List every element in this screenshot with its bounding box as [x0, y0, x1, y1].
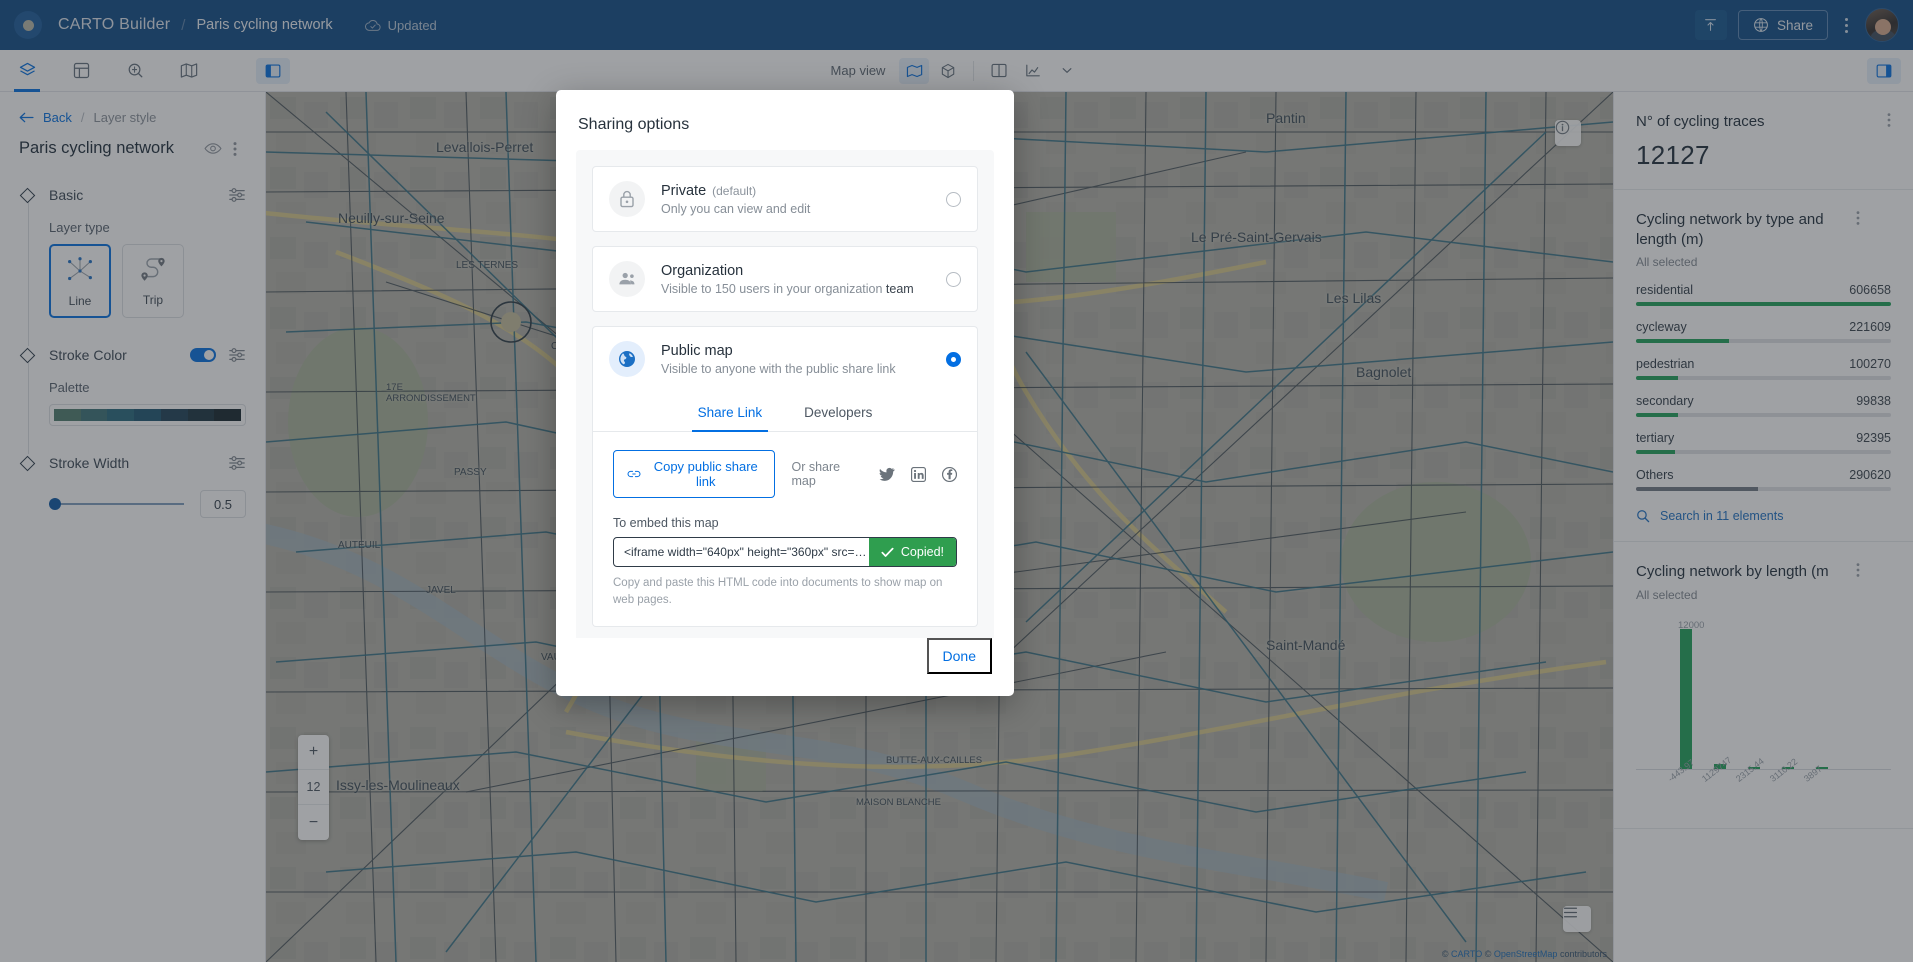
option-private[interactable]: Private (default) Only you can view and e… [592, 166, 978, 232]
option-organization-title: Organization [661, 263, 946, 279]
tab-share-link[interactable]: Share Link [692, 391, 769, 431]
option-org-desc-prefix: Visible to 150 users in your organizatio… [661, 282, 886, 296]
option-private-title: Private [661, 183, 706, 199]
social-share-icons [879, 467, 957, 482]
tab-developers[interactable]: Developers [798, 391, 878, 431]
linkedin-icon[interactable] [911, 467, 926, 482]
copied-badge: Copied! [869, 538, 956, 566]
embed-code-field[interactable]: <iframe width="640px" height="360px" src… [613, 537, 957, 567]
share-tabs: Share Link Developers [593, 391, 977, 432]
lock-icon [618, 189, 636, 209]
embed-label: To embed this map [613, 516, 957, 530]
or-share-label: Or share map [791, 460, 859, 488]
dialog-title: Sharing options [556, 90, 1014, 150]
visibility-options-group: Private (default) Only you can view and e… [576, 150, 994, 638]
embed-help-text: Copy and paste this HTML code into docum… [613, 575, 943, 608]
done-button[interactable]: Done [927, 638, 992, 674]
globe-icon [617, 349, 637, 369]
option-private-text: Private (default) Only you can view and e… [661, 183, 946, 216]
option-public-map[interactable]: Public map Visible to anyone with the pu… [592, 326, 978, 391]
option-organization-radio[interactable] [946, 272, 961, 287]
option-private-radio[interactable] [946, 192, 961, 207]
check-icon [881, 547, 894, 558]
people-icon-wrap [609, 261, 645, 297]
option-private-title-row: Private (default) [661, 183, 946, 199]
dialog-body: Private (default) Only you can view and e… [556, 150, 1014, 638]
option-private-desc: Only you can view and edit [661, 202, 946, 216]
copy-link-label: Copy public share link [650, 459, 761, 489]
option-organization-text: Organization Visible to 150 users in you… [661, 263, 946, 296]
twitter-icon[interactable] [879, 467, 895, 481]
facebook-icon[interactable] [942, 467, 957, 482]
dialog-footer: Done [556, 638, 1014, 696]
lock-icon-wrap [609, 181, 645, 217]
globe-icon-wrap [609, 341, 645, 377]
sharing-options-dialog: Sharing options Private (default) [556, 90, 1014, 696]
embed-code-value[interactable]: <iframe width="640px" height="360px" src… [614, 545, 869, 559]
public-map-settings-panel: Share Link Developers Copy public share … [592, 391, 978, 627]
option-org-desc-bold: team [886, 282, 914, 296]
copied-label: Copied! [901, 545, 944, 559]
link-icon [627, 469, 641, 479]
option-private-default-tag: (default) [712, 184, 756, 198]
option-organization[interactable]: Organization Visible to 150 users in you… [592, 246, 978, 312]
copy-public-share-link-button[interactable]: Copy public share link [613, 450, 775, 498]
option-public-map-title: Public map [661, 343, 946, 359]
app-root: CARTO Builder / Paris cycling network Up… [0, 0, 1913, 962]
option-public-map-text: Public map Visible to anyone with the pu… [661, 343, 946, 376]
option-public-map-desc: Visible to anyone with the public share … [661, 362, 946, 376]
people-icon [617, 271, 637, 287]
share-actions-row: Copy public share link Or share map [593, 432, 977, 498]
option-organization-desc: Visible to 150 users in your organizatio… [661, 282, 946, 296]
embed-section: To embed this map <iframe width="640px" … [593, 498, 977, 608]
option-public-map-radio[interactable] [946, 352, 961, 367]
